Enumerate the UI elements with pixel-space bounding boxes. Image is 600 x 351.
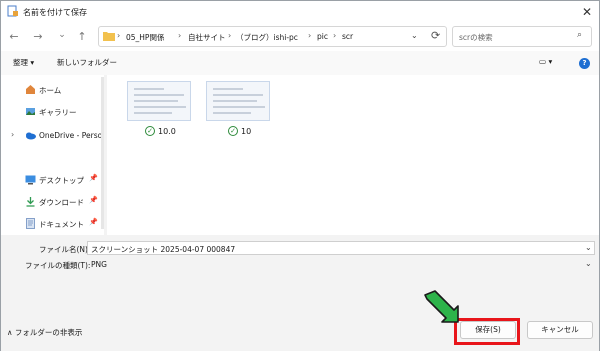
address-dropdown-icon[interactable]: ⌄ [411,31,418,40]
sidebar-item-gallery[interactable]: ギャラリー [1,103,104,121]
sidebar-item-label: ギャラリー [39,108,77,117]
expand-chevron-icon[interactable]: › [11,130,14,139]
navigation-pane: ホーム ギャラリー › OneDrive - Perso デスクトップ 📌 ダウ… [1,75,104,235]
forward-button[interactable]: → [29,28,47,46]
filename-field[interactable]: スクリーンショット 2025-04-07 000847 ⌄ [87,241,595,255]
sidebar-item-label: ダウンロード [39,198,84,207]
breadcrumb-item-blog[interactable]: （ブログ）ishi-pc [236,32,298,43]
save-dialog-icon [7,5,18,17]
filetype-select[interactable]: PNG ⌄ [87,257,595,271]
filetype-label: ファイルの種類(T): [25,261,91,270]
onedrive-icon [26,132,36,140]
close-button[interactable]: ✕ [576,2,598,22]
address-bar[interactable]: › 05_HP関係 › 自社サイト › （ブログ）ishi-pc › pic ›… [98,26,447,47]
home-icon [26,85,35,94]
sidebar-item-documents[interactable]: ドキュメント 📌 [1,215,104,233]
file-thumbnail [206,81,270,121]
view-options-button[interactable]: ▭ ▾ [539,57,552,66]
refresh-icon[interactable]: ⟳ [431,29,440,42]
filename-label: ファイル名(N): [39,245,91,254]
documents-icon [26,218,35,229]
filename-dropdown-icon[interactable]: ⌄ [585,243,592,252]
desktop-icon [25,175,36,185]
title-bar: 名前を付けて保存 ✕ [1,1,599,23]
cancel-button[interactable]: キャンセル [527,321,593,339]
file-thumbnail [127,81,191,121]
filetype-dropdown-icon[interactable]: ⌄ [585,259,592,268]
file-name: 10 [241,127,252,136]
breadcrumb-item-hp[interactable]: 05_HP関係 [126,32,164,43]
filetype-value: PNG [91,260,107,269]
sidebar-item-downloads[interactable]: ダウンロード 📌 [1,193,104,211]
sidebar-item-desktop[interactable]: デスクトップ 📌 [1,171,104,189]
dialog-title: 名前を付けて保存 [23,8,87,17]
sidebar-item-label: ホーム [39,86,62,95]
breadcrumb-separator: › [228,31,232,40]
sidebar-item-label: デスクトップ [39,176,84,185]
gallery-icon [26,108,35,115]
hide-folders-toggle[interactable]: ∧ フォルダーの非表示 [7,327,82,338]
back-button[interactable]: ← [5,28,23,46]
command-bar: 整理 ▾ 新しいフォルダー ▭ ▾ ? [1,51,599,75]
pin-icon[interactable]: 📌 [89,174,98,182]
help-icon[interactable]: ? [579,58,590,69]
download-icon [26,197,35,207]
new-folder-button[interactable]: 新しいフォルダー [57,57,117,68]
save-form: ファイル名(N): スクリーンショット 2025-04-07 000847 ⌄ … [1,235,599,275]
breadcrumb-separator: › [117,31,121,40]
breadcrumb-item-pic[interactable]: pic [317,32,328,41]
save-as-dialog: 名前を付けて保存 ✕ ← → ⌄ ↑ › 05_HP関係 › 自社サイト › （… [0,0,600,351]
breadcrumb-item-scr[interactable]: scr [342,32,353,41]
pin-icon[interactable]: 📌 [89,196,98,204]
breadcrumb-separator: › [308,31,312,40]
file-item[interactable]: ✓ 10 [206,81,272,143]
organize-menu[interactable]: 整理 ▾ [13,57,34,68]
pin-icon[interactable]: 📌 [89,218,98,226]
breadcrumb-item-site[interactable]: 自社サイト [188,32,226,43]
up-button[interactable]: ↑ [73,28,91,46]
pointer-arrow-icon [424,290,459,323]
file-name: 10.0 [158,127,176,136]
filename-value: スクリーンショット 2025-04-07 000847 [91,245,236,254]
sidebar-item-home[interactable]: ホーム [1,81,104,99]
breadcrumb-separator: › [333,31,337,40]
save-button-highlight [454,318,520,345]
sidebar-item-label: ドキュメント [39,220,84,229]
sidebar-item-onedrive[interactable]: › OneDrive - Perso [1,127,104,145]
sync-status-icon: ✓ [228,126,238,136]
breadcrumb-separator: › [178,31,182,40]
file-list: ✓ 10.0 ✓ 10 [107,75,599,235]
sidebar-item-label: OneDrive - Perso [39,131,103,140]
search-input[interactable]: scrの検索 ⌕ [452,26,592,47]
search-icon: ⌕ [577,30,583,40]
recent-locations-button[interactable]: ⌄ [53,26,71,44]
folder-icon [103,32,115,41]
file-item[interactable]: ✓ 10.0 [127,81,193,143]
sidebar-scrollbar[interactable] [101,77,104,229]
sync-status-icon: ✓ [145,126,155,136]
search-placeholder: scrの検索 [459,33,493,42]
